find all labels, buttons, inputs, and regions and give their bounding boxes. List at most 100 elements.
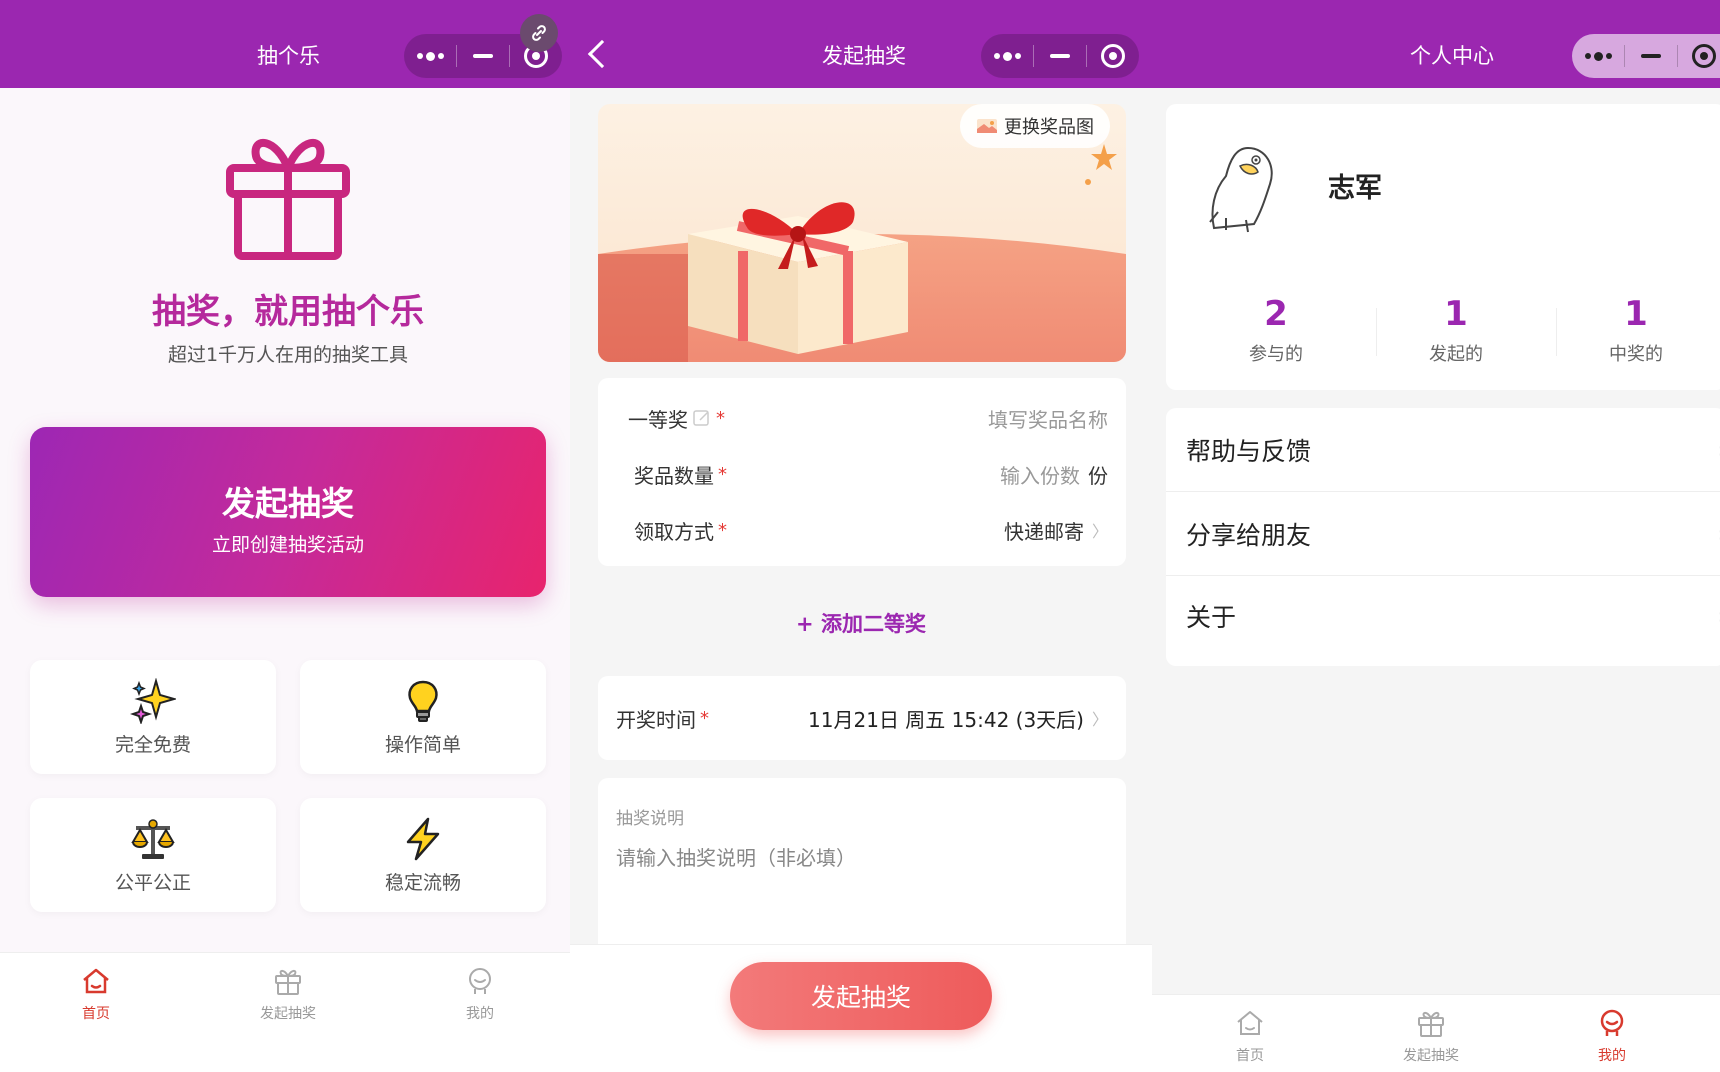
feature-simple: 操作简单 <box>300 660 546 774</box>
tab-label: 发起抽奖 <box>260 1006 316 1022</box>
description-input[interactable]: 请输入抽奖说明（非必填） <box>616 842 856 871</box>
menu-help-feedback[interactable]: 帮助与反馈 › <box>1166 408 1720 492</box>
more-dots-icon <box>416 51 444 61</box>
more-button[interactable] <box>981 34 1033 78</box>
tab-label: 首页 <box>1236 1048 1264 1064</box>
username: 志军 <box>1328 173 1382 204</box>
tab-mine[interactable]: 我的 <box>420 965 540 1023</box>
menu-about[interactable]: 关于 › <box>1166 574 1720 658</box>
required-mark: * <box>716 407 725 429</box>
lightning-icon <box>406 817 440 861</box>
tab-label: 首页 <box>82 1006 110 1022</box>
user-icon <box>469 968 491 994</box>
change-image-label: 更换奖品图 <box>1004 117 1094 138</box>
required-mark: * <box>718 519 727 541</box>
close-button[interactable] <box>1678 34 1720 78</box>
link-badge[interactable] <box>520 14 558 52</box>
stat-participated[interactable]: 2 参与的 <box>1196 294 1356 366</box>
link-icon <box>532 25 546 41</box>
feature-label: 公平公正 <box>114 872 191 894</box>
image-icon <box>977 119 997 133</box>
lightbulb-icon <box>408 680 438 722</box>
avatar[interactable] <box>1196 140 1292 236</box>
prize-name-input[interactable]: 填写奖品名称 <box>988 404 1108 433</box>
edit-icon[interactable] <box>692 408 712 428</box>
chevron-right-icon: 〉 <box>1091 710 1108 729</box>
submit-lottery-button[interactable]: 发起抽奖 <box>730 962 992 1030</box>
profile-menu: 帮助与反馈 › 分享给朋友 › 关于 › <box>1166 408 1720 666</box>
required-mark: * <box>718 463 727 485</box>
menu-share[interactable]: 分享给朋友 › <box>1166 492 1720 576</box>
more-button[interactable] <box>404 34 456 78</box>
claim-method-row[interactable]: 领取方式 * 快递邮寄 〉 <box>598 502 1126 558</box>
claim-method-label: 领取方式 <box>634 519 714 544</box>
target-icon <box>1101 44 1125 68</box>
more-button[interactable] <box>1572 34 1624 78</box>
stat-won[interactable]: 1 中奖的 <box>1556 294 1716 366</box>
feature-label: 完全免费 <box>114 734 191 756</box>
profile-header: 个人中心 <box>1152 0 1720 88</box>
minimize-icon <box>1641 54 1661 58</box>
stat-value: 2 <box>1264 294 1288 334</box>
tab-label: 发起抽奖 <box>1403 1048 1459 1064</box>
feature-stable: 稳定流畅 <box>300 798 546 912</box>
draw-time-label: 开奖时间 <box>616 707 696 732</box>
stat-value: 1 <box>1444 294 1468 334</box>
quantity-row: 奖品数量 * 输入份数 份 <box>598 446 1126 502</box>
profile-card: 志军 2 参与的 1 发起的 1 中奖的 <box>1166 104 1720 390</box>
draw-time-card[interactable]: 开奖时间 * 11月21日 周五 15:42 (3天后) 〉 <box>598 676 1126 760</box>
prize-image: 更换奖品图 <box>598 104 1126 362</box>
change-image-button[interactable]: 更换奖品图 <box>960 104 1110 148</box>
home-icon <box>83 968 109 994</box>
feature-label: 稳定流畅 <box>384 872 461 894</box>
mini-program-capsule <box>981 34 1139 78</box>
prize-name-row: 一等奖 * 填写奖品名称 <box>598 390 1126 446</box>
tab-label: 我的 <box>1598 1048 1626 1064</box>
minimize-icon <box>1050 54 1070 58</box>
quantity-label: 奖品数量 <box>634 463 714 488</box>
minimize-button[interactable] <box>457 34 509 78</box>
subtitle: 超过1千万人在用的抽奖工具 <box>167 344 409 366</box>
stat-initiated[interactable]: 1 发起的 <box>1376 294 1536 366</box>
gift-logo-icon <box>226 138 350 260</box>
home-header: 抽个乐 <box>0 0 570 88</box>
screens: 抽个乐 抽奖，就用抽个乐 超过1千万人在用的抽奖工具 发起抽奖 立即创建抽奖活动… <box>0 0 1720 1072</box>
headline: 抽奖，就用抽个乐 <box>152 292 424 332</box>
close-button[interactable] <box>1087 34 1139 78</box>
minimize-button[interactable] <box>1034 34 1086 78</box>
more-dots-icon <box>1584 51 1612 61</box>
stat-value: 1 <box>1624 294 1648 334</box>
description-label: 抽奖说明 <box>616 809 684 829</box>
tab-create[interactable]: 发起抽奖 <box>1371 1007 1491 1065</box>
tab-create[interactable]: 发起抽奖 <box>228 965 348 1023</box>
create-header: 发起抽奖 <box>570 0 1152 88</box>
quantity-unit: 份 <box>1088 463 1108 488</box>
cta-title: 发起抽奖 <box>222 484 354 523</box>
profile-tabbar: 首页 发起抽奖 我的 <box>1152 994 1720 1072</box>
menu-label: 帮助与反馈 <box>1186 436 1312 466</box>
claim-method-value: 快递邮寄 <box>1003 519 1084 544</box>
prize-form-card: 一等奖 * 填写奖品名称 奖品数量 * 输入份数 份 领取方式 * 快递邮寄 〉 <box>598 378 1126 566</box>
sparkles-icon <box>130 678 176 724</box>
tab-home[interactable]: 首页 <box>1190 1007 1310 1065</box>
required-mark: * <box>700 707 709 729</box>
minimize-button[interactable] <box>1625 34 1677 78</box>
feature-free: 完全免费 <box>30 660 276 774</box>
create-header-title: 发起抽奖 <box>822 44 906 68</box>
profile-header-title: 个人中心 <box>1410 44 1494 68</box>
back-arrow-icon[interactable] <box>587 39 617 69</box>
scales-icon <box>131 819 175 859</box>
draw-time-value: 11月21日 周五 15:42 (3天后) <box>808 707 1084 732</box>
user-icon <box>1600 1009 1624 1036</box>
add-second-prize-button[interactable]: + 添加二等奖 <box>570 608 1152 638</box>
minimize-icon <box>473 54 493 58</box>
tab-home[interactable]: 首页 <box>36 965 156 1023</box>
home-screen: 抽个乐 抽奖，就用抽个乐 超过1千万人在用的抽奖工具 发起抽奖 立即创建抽奖活动… <box>0 0 570 1072</box>
quantity-input[interactable]: 输入份数 <box>1000 460 1080 489</box>
feature-fair: 公平公正 <box>30 798 276 912</box>
menu-label: 分享给朋友 <box>1186 520 1312 550</box>
profile-screen: 个人中心 志军 2 参与的 1 发起的 1 中奖的 帮助与反馈 分享给朋友 关于… <box>1152 0 1720 1072</box>
start-lottery-card[interactable]: 发起抽奖 立即创建抽奖活动 <box>30 427 546 597</box>
stat-label: 发起的 <box>1429 344 1483 365</box>
tab-mine[interactable]: 我的 <box>1552 1007 1672 1065</box>
